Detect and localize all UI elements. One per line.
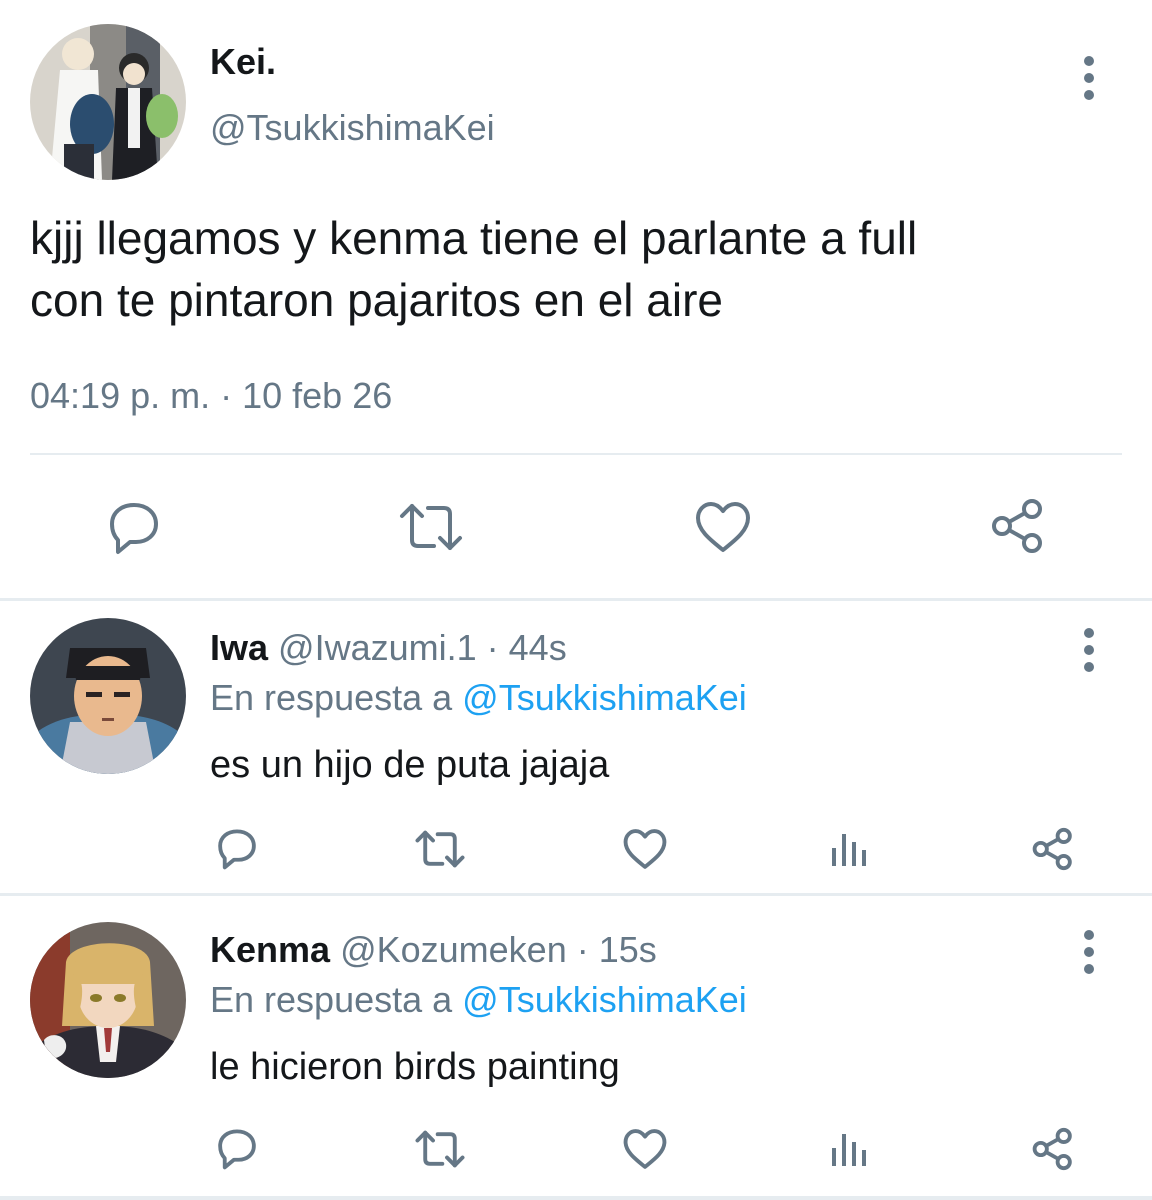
avatar[interactable] [30, 618, 186, 774]
reply-to-link[interactable]: @TsukkishimaKei [462, 979, 747, 1020]
avatar[interactable] [30, 922, 186, 1078]
tweet-timestamp[interactable]: 04:19 p. m. · 10 feb 26 [30, 374, 392, 418]
author-name[interactable]: Kei. [210, 40, 276, 84]
reply-context: En respuesta a @TsukkishimaKei [210, 676, 747, 720]
share-icon[interactable] [1030, 1126, 1076, 1172]
tweet-text-line: kjjj llegamos y kenma tiene el parlante … [30, 212, 918, 264]
author-name[interactable]: Kenma [210, 929, 330, 970]
reply-icon[interactable] [214, 826, 260, 872]
author-handle[interactable]: @TsukkishimaKei [210, 106, 495, 150]
avatar[interactable] [30, 24, 186, 180]
reply-text: es un hijo de puta jajaja [210, 744, 610, 786]
analytics-icon[interactable] [830, 1130, 868, 1168]
retweet-icon[interactable] [414, 1128, 466, 1170]
reply-time: · 15s [566, 929, 657, 970]
retweet-icon[interactable] [414, 828, 466, 870]
reply-header: Kenma @Kozumeken · 15s [210, 928, 657, 972]
reply-header: Iwa @Iwazumi.1 · 44s [210, 626, 567, 670]
divider [30, 453, 1122, 455]
section-divider [0, 893, 1152, 896]
reply-time: · 44s [476, 627, 567, 668]
share-icon[interactable] [988, 496, 1048, 556]
more-options-icon[interactable] [1082, 628, 1096, 679]
reply-context: En respuesta a @TsukkishimaKei [210, 978, 747, 1022]
author-handle[interactable]: @Iwazumi.1 [278, 627, 477, 668]
retweet-icon[interactable] [398, 500, 464, 554]
reply-icon[interactable] [104, 498, 164, 558]
reply-icon[interactable] [214, 1126, 260, 1172]
reply-prefix: En respuesta a [210, 677, 463, 718]
like-icon[interactable] [622, 828, 668, 870]
reply-prefix: En respuesta a [210, 979, 463, 1020]
like-icon[interactable] [694, 500, 752, 554]
reply-to-link[interactable]: @TsukkishimaKei [462, 677, 747, 718]
author-name[interactable]: Iwa [210, 627, 268, 668]
section-divider [0, 1196, 1152, 1200]
like-icon[interactable] [622, 1128, 668, 1170]
share-icon[interactable] [1030, 826, 1076, 872]
more-options-icon[interactable] [1082, 930, 1096, 981]
section-divider [0, 598, 1152, 601]
author-handle[interactable]: @Kozumeken [340, 929, 567, 970]
analytics-icon[interactable] [830, 830, 868, 868]
tweet-text-line: con te pintaron pajaritos en el aire [30, 274, 723, 326]
reply-text: le hicieron birds painting [210, 1046, 620, 1088]
more-options-icon[interactable] [1082, 56, 1096, 107]
